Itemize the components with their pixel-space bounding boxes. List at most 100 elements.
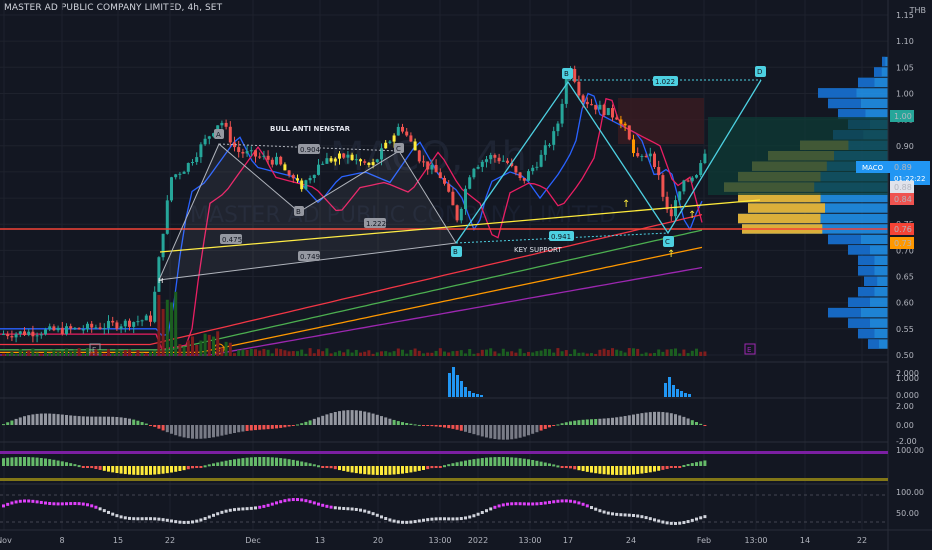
squeeze-bar: [149, 466, 152, 475]
momentum-bar: [522, 425, 526, 437]
osc-mark: [212, 513, 215, 517]
volume-bar: [165, 299, 169, 356]
volume-bar: [354, 349, 358, 356]
squeeze-bar: [170, 466, 173, 473]
momentum-bar: [60, 414, 64, 425]
momentum-bar: [674, 414, 677, 425]
osc-mark: [690, 518, 694, 522]
squeeze-bar: [329, 466, 333, 469]
osc-mark: [413, 520, 417, 524]
osc-mark: [6, 502, 10, 506]
osc-mark: [333, 506, 337, 510]
svg-text:↑: ↑: [667, 249, 675, 260]
squeeze-bar: [300, 461, 304, 466]
point-b3: B: [453, 248, 458, 256]
candle-body: [363, 161, 367, 163]
osc-mark: [39, 500, 43, 504]
osc-mark: [237, 507, 241, 511]
momentum-bar: [573, 420, 577, 425]
osc-mark: [401, 520, 404, 524]
squeeze-bar: [497, 457, 501, 466]
volume-bar: [480, 349, 484, 356]
volume-bar: [182, 346, 186, 356]
time-tick: 8: [59, 536, 64, 545]
osc-mark: [338, 506, 341, 510]
osc-mark: [367, 510, 371, 514]
osc-mark: [199, 518, 203, 522]
price-tick: 1.15: [896, 11, 914, 20]
volume-bar: [665, 349, 669, 356]
volume-bar: [531, 352, 535, 356]
momentum-bar: [275, 425, 278, 429]
chart-canvas[interactable]: MACO, 4h MASTER AD PUBLIC COMPANY LIMITE…: [0, 0, 932, 550]
osc-mark: [682, 521, 686, 525]
candle-body: [695, 175, 698, 178]
squeeze-bar: [480, 458, 484, 466]
osc-mark: [674, 521, 677, 525]
momentum-bar: [212, 425, 215, 438]
volume-bar: [203, 333, 207, 356]
volume-bar: [170, 302, 173, 356]
time-axis[interactable]: Nov 8 15 22 Dec 13 20 13:00 2022 13:00 17 24 Feb 13:0…: [0, 536, 867, 545]
resistance-zone: [618, 98, 704, 144]
volume-bar: [119, 351, 123, 356]
indicator-pane-1: [448, 367, 691, 397]
momentum-bar: [590, 419, 593, 425]
pane3-bottom-band: [0, 478, 888, 481]
squeeze-bar: [279, 458, 283, 466]
osc-mark: [485, 509, 488, 513]
time-tick: Feb: [697, 536, 711, 545]
momentum-bar: [199, 425, 203, 439]
time-tick: 13: [315, 536, 325, 545]
candle-body: [535, 166, 539, 168]
squeeze-bar: [581, 466, 585, 472]
volume-bar: [258, 350, 262, 356]
squeeze-bar: [543, 462, 547, 466]
histogram-bar: [452, 367, 455, 397]
squeeze-bar: [52, 459, 56, 466]
volume-bar: [615, 349, 619, 356]
volume-bar: [686, 353, 690, 356]
momentum-bar: [581, 419, 585, 425]
osc-mark: [447, 517, 451, 521]
osc-mark: [254, 506, 257, 510]
candle-body: [329, 158, 333, 162]
vp-bar-share: [828, 307, 861, 318]
osc-mark: [14, 500, 18, 504]
momentum-bar: [241, 425, 245, 432]
point-a: A: [216, 131, 221, 139]
squeeze-bar: [161, 466, 165, 474]
momentum-bar: [111, 416, 115, 425]
volume-bar: [300, 349, 304, 356]
volume-bar: [342, 352, 346, 356]
osc-mark: [312, 501, 316, 505]
squeeze-bar: [254, 457, 257, 466]
osc-mark: [245, 507, 249, 511]
squeeze-bar: [31, 457, 35, 466]
squeeze-bar: [619, 466, 623, 475]
candle-body: [2, 334, 5, 336]
osc-mark: [510, 502, 514, 506]
squeeze-bar: [18, 457, 22, 466]
volume-bar: [153, 350, 157, 356]
volume-bar: [48, 352, 52, 356]
tag-symbol: MACO: [862, 164, 884, 172]
osc-mark: [2, 504, 5, 508]
volume-bar: [506, 351, 509, 356]
histogram-bar: [476, 394, 479, 397]
volume-bar: [136, 349, 140, 356]
svg-text:100.00: 100.00: [896, 446, 924, 455]
momentum-bar: [695, 421, 698, 425]
momentum-bar: [312, 418, 316, 425]
momentum-bar: [44, 413, 47, 425]
candle-body: [199, 144, 203, 158]
squeeze-bar: [312, 464, 316, 467]
volume-bar: [632, 348, 635, 356]
candle-body: [119, 326, 123, 329]
volume-bar: [510, 351, 514, 356]
momentum-bar: [90, 416, 94, 425]
osc-mark: [283, 499, 287, 503]
candle-body: [375, 159, 379, 163]
squeeze-bar: [417, 466, 421, 471]
osc-mark: [342, 506, 346, 510]
